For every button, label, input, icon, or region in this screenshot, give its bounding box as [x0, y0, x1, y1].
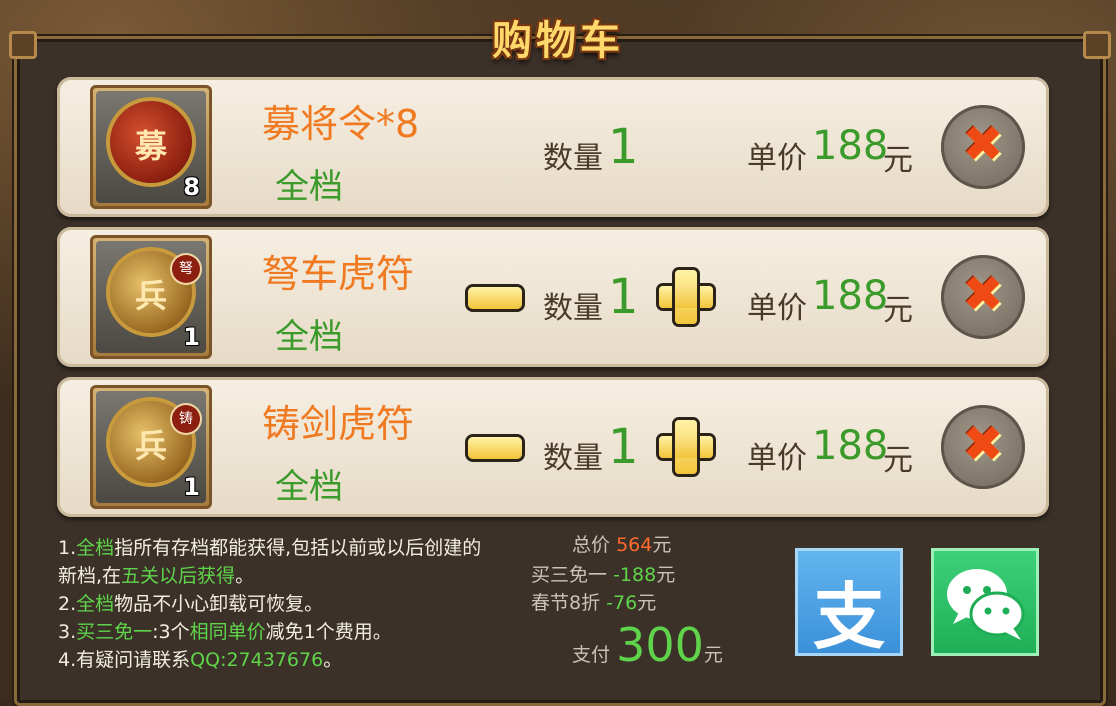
quantity-value: 1	[608, 119, 639, 175]
currency-unit: 元	[883, 443, 913, 478]
item-seal: 弩	[172, 255, 200, 283]
quantity-value: 1	[608, 419, 639, 475]
item-count-badge: 1	[183, 323, 200, 351]
increase-quantity-button[interactable]	[659, 270, 713, 324]
sword-tiger-tally-icon: 兵 铸 1	[90, 385, 212, 509]
cart-item-row: 兵 铸 1 铸剑虎符 全档 数量 1 单价 188 元 ✖	[57, 377, 1049, 517]
unit-price-value: 188	[812, 273, 889, 319]
quantity-label: 数量	[543, 291, 603, 326]
recruit-token-icon: 募 8	[90, 85, 212, 209]
discount-line: 春节8折 -76元	[531, 592, 657, 614]
cart-item-row: 募 8 募将令*8 全档 数量 1 单价 188 元 ✖	[57, 77, 1049, 217]
quantity-label: 数量	[543, 441, 603, 476]
remove-item-button[interactable]: ✖	[941, 105, 1025, 189]
decrease-quantity-button[interactable]	[468, 437, 522, 459]
item-count-badge: 8	[183, 173, 200, 201]
note-line: 4.有疑问请联系QQ:27437676。	[58, 649, 343, 671]
currency-unit: 元	[883, 143, 913, 178]
purchase-notes: 1.全档指所有存档都能获得,包括以前或以后创建的新档,在五关以后获得。 2.全档…	[58, 534, 488, 674]
note-line: 3.买三免一:3个相同单价减免1个费用。	[58, 621, 392, 643]
close-icon: ✖	[962, 265, 1004, 323]
item-count-badge: 1	[183, 473, 200, 501]
item-scope: 全档	[275, 467, 343, 507]
quantity-label: 数量	[543, 141, 603, 176]
item-name: 铸剑虎符	[262, 402, 415, 446]
wechat-icon	[947, 569, 1025, 640]
increase-quantity-button[interactable]	[659, 420, 713, 474]
wechat-pay-button[interactable]	[931, 548, 1039, 656]
note-line: 2.全档物品不小心卸载可恢复。	[58, 593, 324, 615]
unit-price-label: 单价	[747, 291, 807, 326]
unit-price-value: 188	[812, 123, 889, 169]
pay-amount-line: 支付 300元	[572, 618, 723, 672]
note-line: 1.全档指所有存档都能获得,包括以前或以后创建的新档,在五关以后获得。	[58, 537, 482, 587]
discount-line: 买三免一 -188元	[531, 564, 676, 586]
item-scope: 全档	[275, 167, 343, 207]
item-name: 募将令*8	[262, 102, 420, 146]
currency-unit: 元	[883, 293, 913, 328]
decrease-quantity-button[interactable]	[468, 287, 522, 309]
quantity-value: 1	[608, 269, 639, 325]
total-price-line: 总价 564元	[572, 534, 672, 556]
cart-item-row: 兵 弩 1 弩车虎符 全档 数量 1 单价 188 元 ✖	[57, 227, 1049, 367]
close-icon: ✖	[962, 415, 1004, 473]
ballista-tiger-tally-icon: 兵 弩 1	[90, 235, 212, 359]
alipay-button[interactable]: 支	[795, 548, 903, 659]
item-name: 弩车虎符	[262, 252, 415, 296]
remove-item-button[interactable]: ✖	[941, 405, 1025, 489]
item-scope: 全档	[275, 317, 343, 357]
unit-price-value: 188	[812, 423, 889, 469]
alipay-icon: 支	[812, 575, 885, 659]
unit-price-label: 单价	[747, 441, 807, 476]
unit-price-label: 单价	[747, 141, 807, 176]
page-title: 购物车	[492, 18, 624, 64]
item-seal: 铸	[172, 405, 200, 433]
remove-item-button[interactable]: ✖	[941, 255, 1025, 339]
close-icon: ✖	[962, 115, 1004, 173]
